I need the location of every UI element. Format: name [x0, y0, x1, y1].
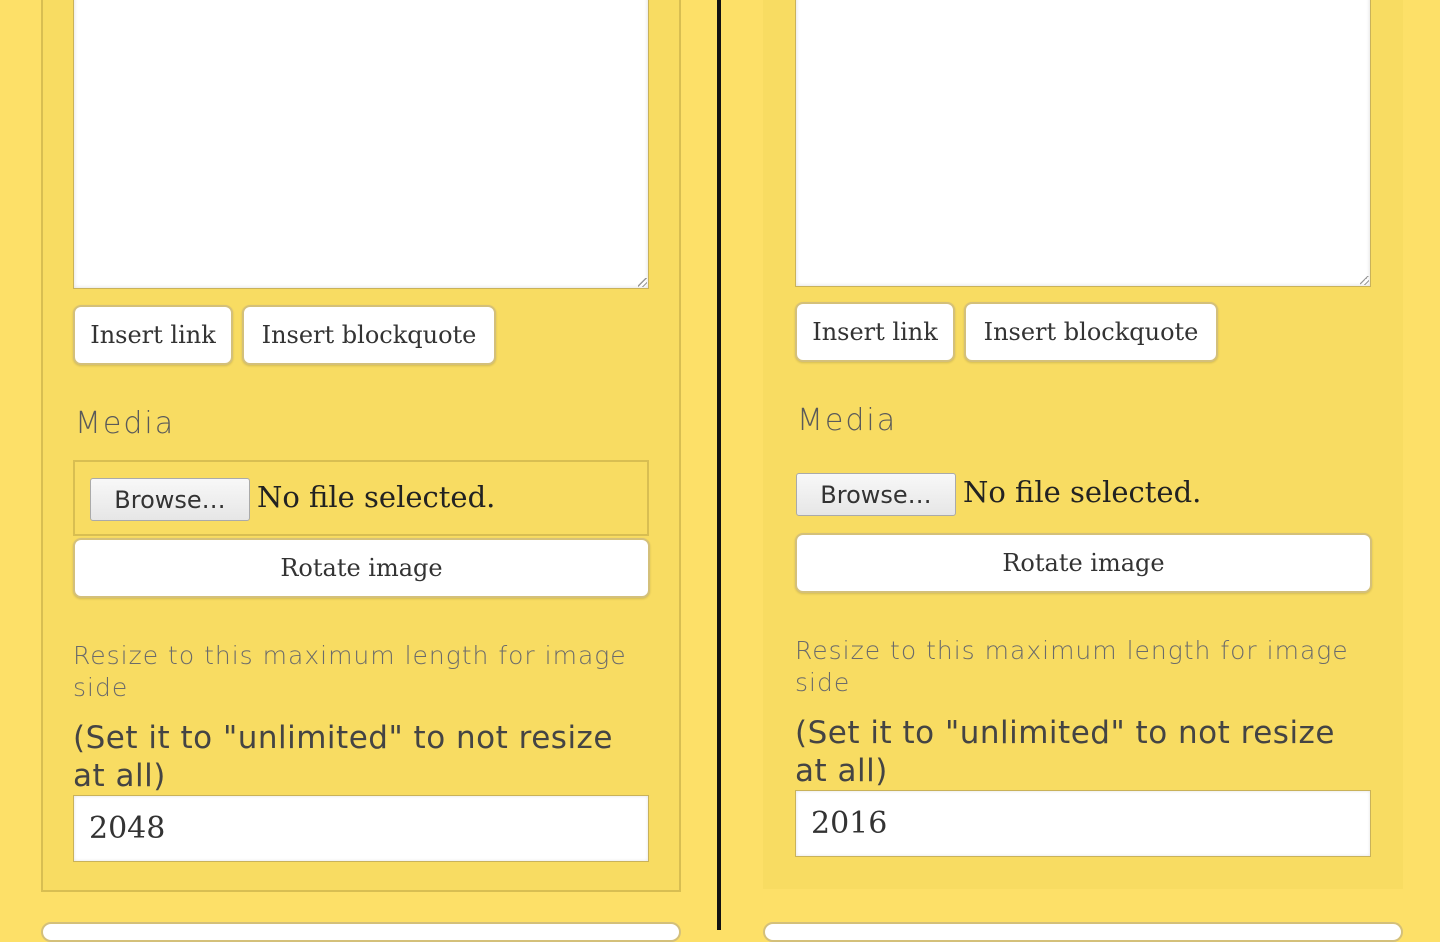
- unlimited-hint: (Set it to "unlimited" to not resize at …: [795, 715, 1335, 789]
- browse-button[interactable]: Browse…: [90, 478, 250, 521]
- right-form-panel: Insert link Insert blockquote Media Brow…: [763, 0, 1403, 889]
- left-form-panel: Insert link Insert blockquote Media Brow…: [41, 0, 681, 892]
- browse-button[interactable]: Browse…: [796, 473, 956, 516]
- resize-hint: Resize to this maximum length for image …: [795, 636, 1349, 697]
- next-panel-edge: [41, 922, 681, 942]
- resize-grip-icon[interactable]: [638, 278, 647, 287]
- post-textarea[interactable]: [73, 0, 649, 289]
- unlimited-hint: (Set it to "unlimited" to not resize at …: [73, 720, 613, 794]
- media-label: Media: [75, 406, 176, 441]
- split-divider: [717, 0, 721, 930]
- post-textarea[interactable]: [795, 0, 1371, 287]
- resize-hint: Resize to this maximum length for image …: [73, 641, 627, 702]
- insert-link-button[interactable]: Insert link: [795, 302, 955, 362]
- next-panel-edge: [763, 922, 1403, 942]
- rotate-image-button[interactable]: Rotate image: [795, 533, 1372, 593]
- no-file-text: No file selected.: [257, 480, 496, 514]
- no-file-text: No file selected.: [963, 475, 1202, 509]
- insert-link-button[interactable]: Insert link: [73, 305, 233, 365]
- file-input[interactable]: Browse… No file selected.: [73, 460, 649, 536]
- rotate-image-button[interactable]: Rotate image: [73, 538, 650, 598]
- max-length-input[interactable]: 2016: [795, 790, 1371, 857]
- insert-blockquote-button[interactable]: Insert blockquote: [242, 305, 496, 365]
- insert-blockquote-button[interactable]: Insert blockquote: [964, 302, 1218, 362]
- resize-grip-icon[interactable]: [1360, 276, 1369, 285]
- max-length-input[interactable]: 2048: [73, 795, 649, 862]
- file-input[interactable]: Browse… No file selected.: [795, 472, 1371, 518]
- media-label: Media: [797, 403, 898, 438]
